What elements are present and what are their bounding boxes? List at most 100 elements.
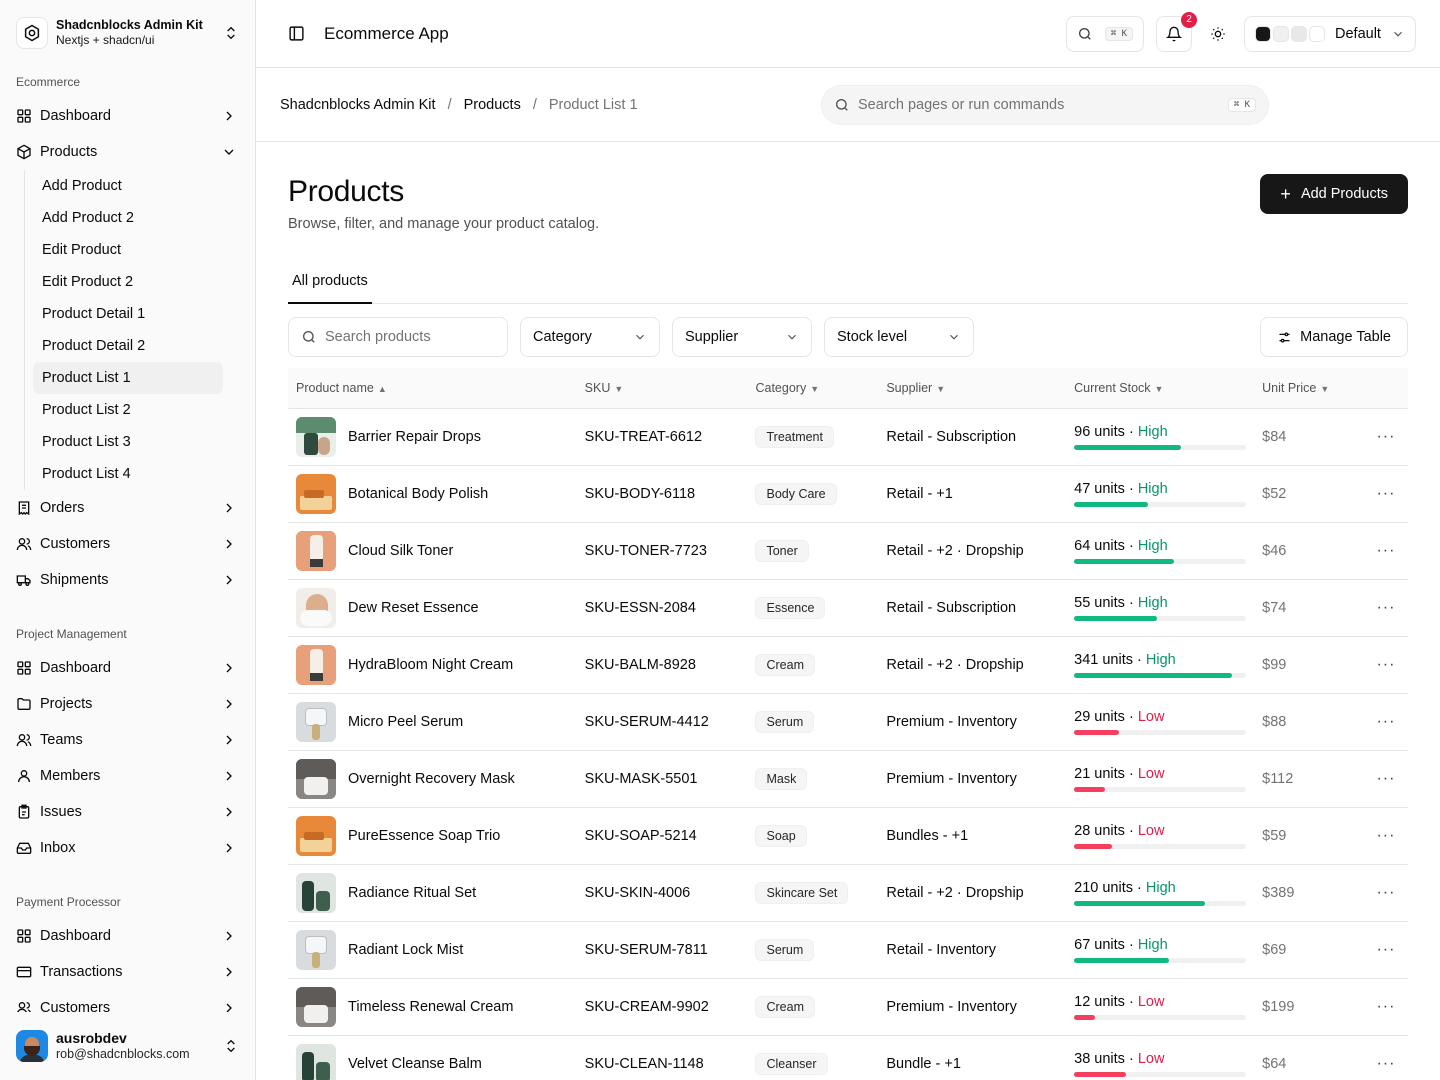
more-actions-icon[interactable]: ···: [1372, 542, 1400, 560]
product-thumbnail: [296, 644, 336, 685]
add-products-button[interactable]: + Add Products: [1260, 174, 1408, 214]
table-row[interactable]: Botanical Body Polish SKU-BODY-6118 Body…: [288, 465, 1408, 523]
sidebar-subitem-product-list-1[interactable]: Product List 1: [33, 362, 223, 394]
column-header-supplier[interactable]: Supplier ▼: [878, 368, 1067, 409]
breadcrumb-item-products[interactable]: Products: [464, 97, 521, 113]
sidebar-item-inbox[interactable]: Inbox: [0, 830, 255, 866]
table-row[interactable]: Radiance Ritual Set SKU-SKIN-4006 Skinca…: [288, 864, 1408, 922]
product-name[interactable]: Barrier Repair Drops: [348, 429, 481, 445]
sidebar-item-teams[interactable]: Teams: [0, 722, 255, 758]
sidebar-item-transactions[interactable]: Transactions: [0, 954, 255, 990]
product-thumbnail: [296, 473, 336, 514]
sidebar-item-dashboard[interactable]: Dashboard: [0, 650, 255, 686]
sidebar-item-members[interactable]: Members: [0, 758, 255, 794]
product-name[interactable]: PureEssence Soap Trio: [348, 828, 500, 844]
sidebar-item-orders[interactable]: Orders: [0, 490, 255, 526]
cell-supplier: Bundle - +1: [878, 1035, 1067, 1080]
table-row[interactable]: Cloud Silk Toner SKU-TONER-7723 Toner Re…: [288, 522, 1408, 580]
column-header-product-name[interactable]: Product name ▲: [288, 368, 577, 409]
sidebar-item-shipments[interactable]: Shipments: [0, 562, 255, 598]
table-row[interactable]: Overnight Recovery Mask SKU-MASK-5501 Ma…: [288, 750, 1408, 808]
stock-progress-bar: [1074, 1071, 1247, 1077]
product-name[interactable]: Botanical Body Polish: [348, 486, 488, 502]
product-name[interactable]: Cloud Silk Toner: [348, 543, 453, 559]
more-actions-icon[interactable]: ···: [1372, 713, 1400, 731]
more-actions-icon[interactable]: ···: [1372, 485, 1400, 503]
more-actions-icon[interactable]: ···: [1372, 884, 1400, 902]
sidebar-item-dashboard[interactable]: Dashboard: [0, 918, 255, 954]
package-icon: [16, 144, 32, 160]
cell-product-name: Barrier Repair Drops: [288, 408, 577, 466]
sidebar-subitem-add-product[interactable]: Add Product: [33, 170, 223, 202]
product-search-input[interactable]: Search products: [288, 317, 508, 357]
brand-switcher[interactable]: Shadcnblocks Admin Kit Nextjs + shadcn/u…: [0, 0, 255, 66]
product-name[interactable]: Timeless Renewal Cream: [348, 999, 513, 1015]
notifications-button[interactable]: 2: [1156, 11, 1197, 52]
table-row[interactable]: Radiant Lock Mist SKU-SERUM-7811 Serum R…: [288, 921, 1408, 979]
stock-level: High: [1137, 936, 1168, 953]
product-name[interactable]: HydraBloom Night Cream: [348, 657, 513, 673]
table-row[interactable]: PureEssence Soap Trio SKU-SOAP-5214 Soap…: [288, 807, 1408, 865]
sidebar-item-customers[interactable]: Customers: [0, 526, 255, 562]
product-name[interactable]: Velvet Cleanse Balm: [348, 1056, 482, 1072]
product-name[interactable]: Radiant Lock Mist: [348, 942, 463, 958]
sidebar-item-projects[interactable]: Projects: [0, 686, 255, 722]
table-row[interactable]: Timeless Renewal Cream SKU-CREAM-9902 Cr…: [288, 978, 1408, 1036]
more-actions-icon[interactable]: ···: [1372, 770, 1400, 788]
category-filter-select[interactable]: Category: [520, 317, 660, 357]
product-name[interactable]: Micro Peel Serum: [348, 714, 463, 730]
sidebar-subitem-product-detail-2[interactable]: Product Detail 2: [33, 330, 223, 362]
sidebar-group-payment: Payment Processor Dashboard Transactions…: [0, 886, 255, 1026]
sidebar-subitem-add-product-2[interactable]: Add Product 2: [33, 202, 223, 234]
theme-swatches: [1255, 25, 1327, 42]
table-row[interactable]: Barrier Repair Drops SKU-TREAT-6612 Trea…: [288, 408, 1408, 466]
sidebar-subitem-edit-product[interactable]: Edit Product: [33, 234, 223, 266]
more-actions-icon[interactable]: ···: [1372, 428, 1400, 446]
stock-progress-bar: [1074, 900, 1247, 906]
supplier-filter-select[interactable]: Supplier: [672, 317, 812, 357]
sidebar-subitem-product-list-2[interactable]: Product List 2: [33, 394, 223, 426]
chevron-down-icon: ▼: [1154, 383, 1164, 394]
stock-level-filter-select[interactable]: Stock level: [824, 317, 974, 357]
more-actions-icon[interactable]: ···: [1372, 998, 1400, 1016]
sidebar-subitem-product-list-3[interactable]: Product List 3: [33, 426, 223, 458]
search-button[interactable]: ⌘ K: [1066, 15, 1144, 52]
cell-supplier: Premium - Inventory: [878, 978, 1067, 1036]
table-row[interactable]: HydraBloom Night Cream SKU-BALM-8928 Cre…: [288, 636, 1408, 694]
column-header-category[interactable]: Category ▼: [747, 368, 879, 409]
product-name[interactable]: Overnight Recovery Mask: [348, 771, 515, 787]
more-actions-icon[interactable]: ···: [1372, 656, 1400, 674]
breadcrumb-item-shadcnblocks-admin-kit[interactable]: Shadcnblocks Admin Kit: [280, 97, 436, 113]
table-row[interactable]: Velvet Cleanse Balm SKU-CLEAN-1148 Clean…: [288, 1035, 1408, 1080]
more-actions-icon[interactable]: ···: [1372, 599, 1400, 617]
sidebar-toggle-button[interactable]: [280, 18, 312, 50]
product-name[interactable]: Radiance Ritual Set: [348, 885, 476, 901]
column-header-unit-price[interactable]: Unit Price ▼: [1254, 368, 1364, 409]
theme-preset-select[interactable]: Default: [1244, 15, 1416, 52]
more-actions-icon[interactable]: ···: [1372, 941, 1400, 959]
column-header-current-stock[interactable]: Current Stock ▼: [1066, 368, 1255, 409]
more-actions-icon[interactable]: ···: [1372, 827, 1400, 845]
column-header-sku[interactable]: SKU ▼: [576, 368, 748, 409]
sidebar-item-issues[interactable]: Issues: [0, 794, 255, 830]
command-search-input[interactable]: Search pages or run commands ⌘ K: [821, 84, 1269, 125]
sidebar-subitem-edit-product-2[interactable]: Edit Product 2: [33, 266, 223, 298]
table-row[interactable]: Dew Reset Essence SKU-ESSN-2084 Essence …: [288, 579, 1408, 637]
product-name[interactable]: Dew Reset Essence: [348, 600, 479, 616]
sidebar-item-label: Customers: [40, 536, 111, 552]
more-actions-icon[interactable]: ···: [1372, 1055, 1400, 1073]
tab-all-products[interactable]: All products: [288, 260, 372, 304]
sidebar-item-products[interactable]: Products: [0, 134, 255, 170]
category-badge: Soap: [755, 824, 807, 847]
manage-table-button[interactable]: Manage Table: [1260, 317, 1408, 357]
sidebar-item-label: Members: [40, 768, 101, 784]
stock-progress-fill: [1074, 729, 1119, 735]
user-menu[interactable]: ausrobdev rob@shadcnblocks.com: [0, 1012, 255, 1080]
sidebar-subitem-product-detail-1[interactable]: Product Detail 1: [33, 298, 223, 330]
table-row[interactable]: Micro Peel Serum SKU-SERUM-4412 Serum Pr…: [288, 693, 1408, 751]
theme-swatch: [1273, 25, 1289, 42]
sidebar-subitem-product-list-4[interactable]: Product List 4: [33, 458, 223, 490]
product-thumbnail: [296, 1043, 336, 1080]
theme-toggle-button[interactable]: [1200, 16, 1236, 52]
sidebar-item-dashboard[interactable]: Dashboard: [0, 98, 255, 134]
